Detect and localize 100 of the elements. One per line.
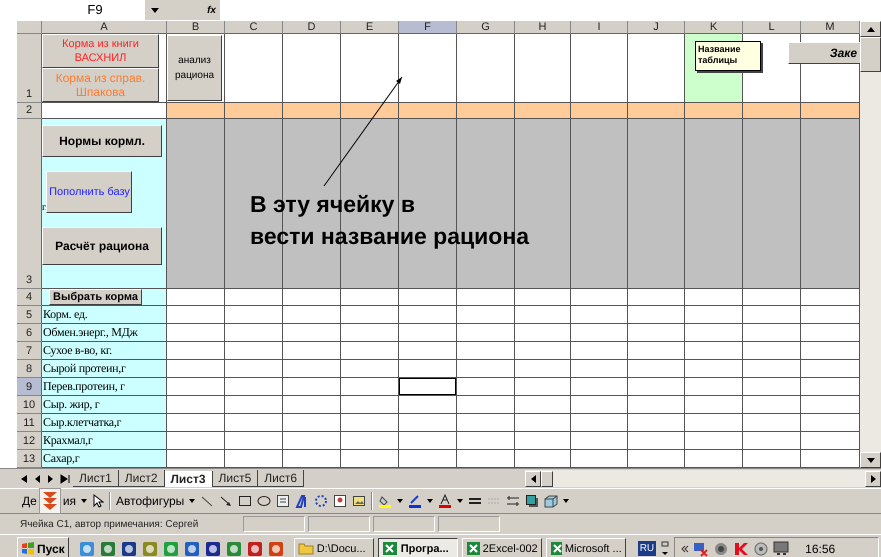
column-header[interactable]: C [225,21,283,34]
clip-art-icon[interactable] [333,494,348,508]
table-cell [225,289,283,306]
table-cell [225,360,283,378]
row-header[interactable]: 6 [17,324,42,342]
scroll-left-button[interactable] [525,470,541,486]
shadow-icon[interactable] [525,494,540,508]
font-color-icon[interactable] [438,494,452,508]
antivirus-icon[interactable] [733,540,750,556]
row-header[interactable]: 4 [17,289,42,306]
column-header[interactable]: F [399,21,457,34]
table-cell [167,432,225,450]
taskbar-button[interactable]: D:\Docu... [294,538,374,557]
dropdown-button[interactable] [145,0,165,20]
column-header[interactable]: B [167,21,225,34]
sheet-tab[interactable]: Лист3 [164,470,213,486]
toolbar-menu-icon[interactable] [660,540,670,557]
scrollbar-thumb[interactable] [860,37,881,72]
row-header[interactable]: 12 [17,432,42,450]
sheet-tab[interactable]: Лист1 [73,470,119,487]
table-cell [515,432,571,450]
text-box-icon[interactable] [276,494,290,508]
scrollbar-thumb[interactable] [541,470,553,486]
taskbar-button[interactable]: Програ... [378,538,458,557]
status-panel [373,516,435,532]
column-header[interactable]: G [457,21,515,34]
table-cell [685,289,743,306]
monitor-icon[interactable] [773,540,792,556]
row-header[interactable]: 1 [17,34,42,103]
scroll-right-button[interactable] [865,470,881,486]
row-header[interactable]: 7 [17,342,42,360]
name-box[interactable]: F9 [45,0,145,18]
table-cell [571,450,628,468]
arrow-icon[interactable] [219,494,234,508]
diagram-icon[interactable] [314,494,328,508]
row-header[interactable]: 5 [17,306,42,324]
column-header[interactable]: H [515,21,571,34]
sheet-tab[interactable]: Лист6 [258,470,304,487]
comment-note: Название таблицы [695,41,761,71]
row-header[interactable]: 8 [17,360,42,378]
row-header[interactable]: 9 [17,378,42,396]
table-cell [457,103,515,119]
table-cell [167,396,225,414]
fill-color-icon[interactable] [378,494,392,508]
macro-button[interactable]: Пополнить базу [46,171,132,213]
toolbar-text[interactable]: ия [62,494,76,508]
toolbar-text[interactable]: Де [22,494,37,508]
row-header[interactable]: 3 [17,119,42,289]
line-icon[interactable] [200,494,214,508]
table-cell [743,289,801,306]
caret-icon [563,499,570,503]
sheet-tab[interactable]: Лист5 [212,470,258,487]
arrow-style-icon[interactable] [506,494,520,508]
quick-launch-icon[interactable] [184,540,200,556]
select-feed-button[interactable]: Выбрать корма [49,289,142,305]
row-header[interactable]: 11 [17,414,42,432]
column-header[interactable]: D [283,21,341,34]
image-icon[interactable] [352,494,366,508]
taskbar-button[interactable]: 2Excel-002 [462,538,542,557]
3d-icon[interactable] [544,494,558,508]
rectangle-icon[interactable] [238,494,252,508]
analysis-button[interactable]: анализ рациона [167,35,222,101]
autoshapes-menu[interactable]: Автофигуры [116,494,184,508]
speaker-icon[interactable] [713,540,730,556]
function-button[interactable]: fx [165,0,220,20]
taskbar-button[interactable]: Microsoft ... [546,538,626,557]
table-cell [457,450,515,468]
column-header[interactable]: I [571,21,628,34]
quick-launch-icon[interactable] [204,540,221,556]
disc-icon[interactable] [753,540,770,556]
scroll-down-button[interactable] [860,452,881,468]
table-cell [283,289,341,306]
close-button[interactable]: Заке [788,42,860,64]
quick-launch-icon[interactable] [246,540,263,556]
quick-launch-icon[interactable] [120,540,137,556]
network-disconnected-icon[interactable] [693,540,710,556]
macro-button[interactable]: Нормы кормл. [42,125,162,157]
column-header[interactable]: A [42,21,167,34]
oval-icon[interactable] [257,494,272,508]
sheet-nav-button[interactable] [59,474,71,484]
row-header[interactable]: 2 [17,103,42,119]
quick-launch-icon[interactable] [100,540,116,556]
row-header[interactable]: 13 [17,450,42,468]
folder-icon [298,542,314,555]
table-cell [685,342,743,360]
column-header[interactable]: K [685,21,743,34]
chevron-left-icon[interactable] [681,544,690,552]
column-header[interactable]: J [628,21,685,34]
language-indicator[interactable]: RU [638,541,656,556]
table-cell [515,414,571,432]
scroll-up-button[interactable] [860,21,881,37]
table-cell [283,360,341,378]
cursor-icon[interactable] [92,494,104,508]
column-header[interactable]: L [743,21,801,34]
column-header[interactable]: M [801,21,860,34]
column-header[interactable]: E [341,21,399,34]
start-button[interactable]: Пуск [17,537,69,557]
row-header[interactable]: 10 [17,396,42,414]
line-color-icon[interactable] [408,494,422,508]
macro-button[interactable]: Расчёт рациона [42,227,162,265]
